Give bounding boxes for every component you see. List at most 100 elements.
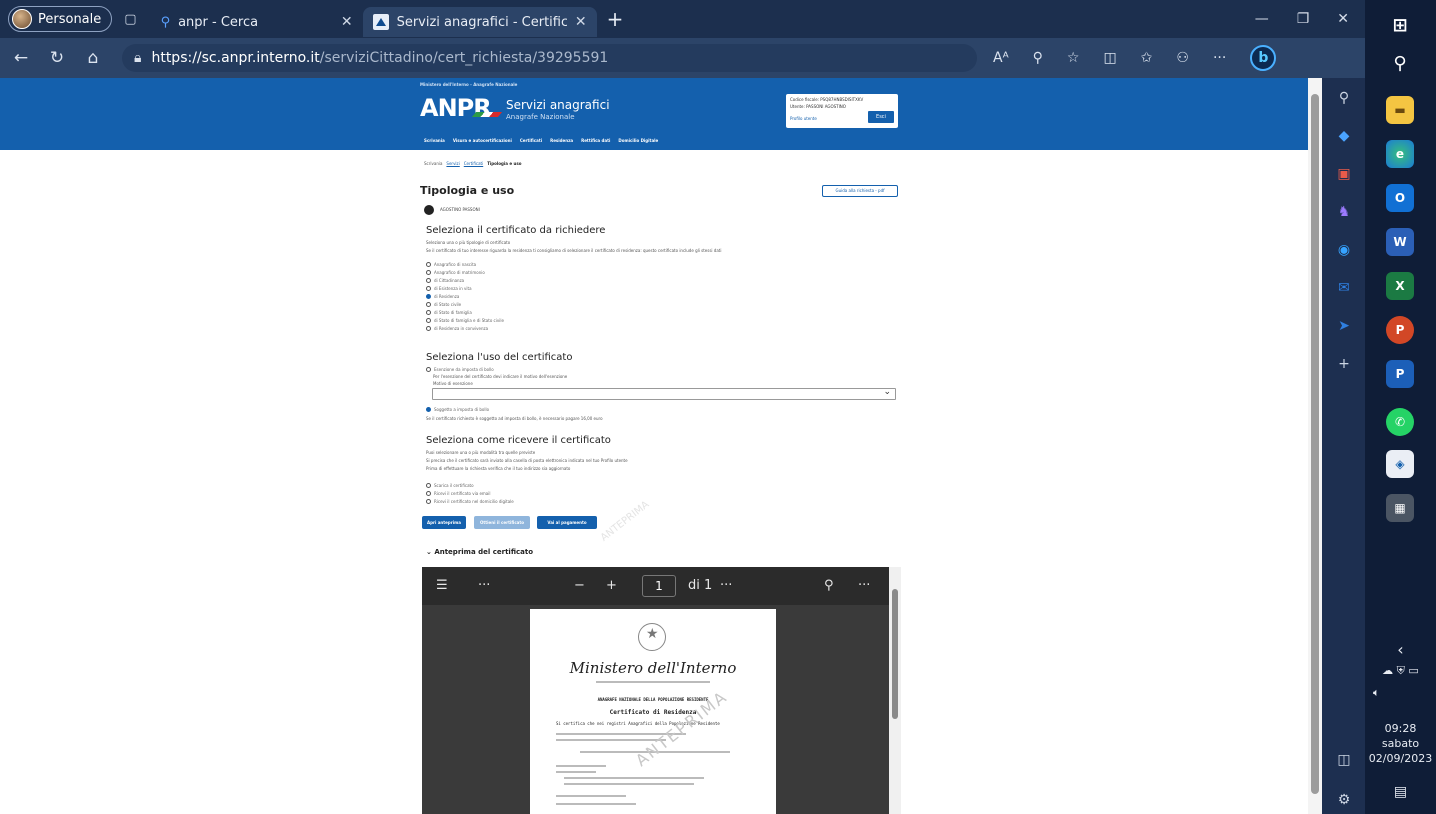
breadcrumb-item[interactable]: Servizi — [446, 161, 459, 166]
scroll-thumb[interactable] — [892, 589, 898, 719]
more-icon[interactable]: ··· — [1213, 50, 1226, 66]
close-icon[interactable]: ✕ — [341, 14, 353, 30]
get-certificate-button[interactable]: Ottieni il certificato — [474, 516, 530, 529]
nav-item[interactable]: Rettifica dati — [581, 138, 610, 143]
certificate-option[interactable]: di Residenza in convivenza — [426, 326, 488, 331]
search-icon[interactable]: ⚲ — [824, 578, 834, 593]
read-aloud-icon[interactable]: Aᴬ — [993, 50, 1009, 66]
excel-icon[interactable]: X — [1386, 272, 1414, 300]
page-number-input[interactable]: 1 — [642, 575, 676, 597]
volume-icon[interactable]: 🔈︎ — [1365, 686, 1436, 700]
search-icon[interactable]: ⚲ — [1334, 88, 1354, 108]
refresh-icon[interactable]: ↻ — [42, 48, 72, 68]
search-icon[interactable]: ⚲ — [1386, 50, 1414, 78]
zoom-icon[interactable]: ⚲ — [1033, 50, 1043, 66]
tab-actions-icon[interactable]: ▢ — [124, 12, 136, 27]
shopping-tag-icon[interactable]: ◆ — [1334, 126, 1354, 146]
delivery-option[interactable]: Scarica il certificato — [426, 483, 474, 488]
notifications-icon[interactable]: ▤ — [1365, 784, 1436, 800]
delivery-option[interactable]: Ricevi il certificato nel domicilio digi… — [426, 499, 514, 504]
restore-icon[interactable]: ❐ — [1297, 11, 1310, 27]
word-icon[interactable]: W — [1386, 228, 1414, 256]
gear-icon[interactable]: ⚙ — [1334, 790, 1354, 810]
address-bar[interactable]: 🔒︎ https://sc.anpr.interno.it/serviziCit… — [122, 44, 977, 72]
system-tray-icons[interactable]: ☁ ⛨ ▭ — [1365, 664, 1436, 678]
profile-button[interactable]: Personale — [8, 6, 113, 32]
pay-button[interactable]: Vai al pagamento — [537, 516, 597, 529]
zoom-in-icon[interactable]: + — [606, 578, 617, 593]
outline-icon[interactable]: ☰ — [436, 578, 448, 593]
certificate-option[interactable]: di Stato civile — [426, 302, 461, 307]
zoom-out-icon[interactable]: − — [574, 578, 585, 593]
send-icon[interactable]: ➤ — [1334, 316, 1354, 336]
profile-link[interactable]: Profilo utente — [790, 116, 817, 121]
more-icon[interactable]: ··· — [720, 578, 732, 593]
chevron-left-icon[interactable]: ‹ — [1365, 640, 1436, 659]
certificate-page: Ministero dell'Interno ANAGRAFE NAZIONAL… — [530, 609, 776, 814]
certificate-option[interactable]: di Esistenza in vita — [426, 286, 472, 291]
nav-item[interactable]: Certificati — [520, 138, 542, 143]
use-option-exempt[interactable]: Esenzione da imposta di bollo — [426, 367, 494, 372]
certificate-option[interactable]: Anagrafico di matrimonio — [426, 270, 485, 275]
republic-emblem-icon — [638, 623, 666, 651]
section-certificate-title: Seleziona il certificato da richiedere — [426, 225, 606, 236]
scroll-thumb[interactable] — [1311, 94, 1319, 794]
tab-certificati[interactable]: Servizi anagrafici - Certificati - ✕ — [362, 7, 597, 37]
windows-start-icon[interactable]: ⊞ — [1386, 12, 1414, 40]
copilot-icon[interactable]: ◉ — [1334, 240, 1354, 260]
games-icon[interactable]: ♞ — [1334, 202, 1354, 222]
new-tab-icon[interactable]: + — [607, 7, 624, 31]
guide-button[interactable]: Guida alla richiesta - pdf — [822, 185, 898, 197]
use-option-stamp[interactable]: Soggetto a imposta di bollo — [426, 407, 489, 412]
breadcrumb-item[interactable]: Scrivania — [424, 161, 442, 166]
tab-search[interactable]: ⚲ anpr - Cerca ✕ — [151, 7, 363, 37]
more-icon[interactable]: ··· — [858, 578, 870, 593]
preview-toggle[interactable]: ⌄ Anteprima del certificato — [426, 548, 533, 556]
more-icon[interactable]: ··· — [478, 578, 490, 593]
outlook-icon[interactable]: ✉ — [1334, 278, 1354, 298]
pdf-scrollbar[interactable] — [889, 567, 901, 814]
split-screen-icon[interactable]: ◫ — [1103, 50, 1116, 66]
sidebar-toggle-icon[interactable]: ◫ — [1334, 750, 1354, 770]
anpr-logo[interactable]: ANPR — [420, 94, 492, 122]
minimize-icon[interactable]: — — [1255, 11, 1269, 27]
nav-item[interactable]: Residenza — [550, 138, 573, 143]
clock-date[interactable]: 02/09/2023 — [1365, 752, 1436, 765]
breadcrumb-item[interactable]: Certificati — [464, 161, 483, 166]
nav-item[interactable]: Domicilio Digitale — [618, 138, 658, 143]
outlook-icon[interactable]: O — [1386, 184, 1414, 212]
tools-icon[interactable]: ▣ — [1334, 164, 1354, 184]
clock-day[interactable]: sabato — [1365, 737, 1436, 750]
certificate-option[interactable]: di Cittadinanza — [426, 278, 464, 283]
file-explorer-icon[interactable]: ▬ — [1386, 96, 1414, 124]
nav-item[interactable]: Visura e autocertificazioni — [453, 138, 512, 143]
app-icon[interactable]: ◈ — [1386, 450, 1414, 478]
bing-chat-icon[interactable]: b — [1250, 45, 1277, 71]
edge-icon[interactable]: e — [1386, 140, 1414, 168]
option-label: di Stato di famiglia — [434, 310, 472, 315]
exemption-select[interactable]: ⌄ — [432, 387, 896, 400]
nav-item[interactable]: Scrivania — [424, 138, 445, 143]
clock-time[interactable]: 09:28 — [1365, 722, 1436, 735]
certificate-option[interactable]: Anagrafico di nascita — [426, 262, 476, 267]
preview-button[interactable]: Apri anteprima — [422, 516, 466, 529]
certificate-option[interactable]: di Stato di famiglia e di Stato civile — [426, 318, 504, 323]
calculator-icon[interactable]: ▦ — [1386, 494, 1414, 522]
logout-button[interactable]: Esci — [868, 111, 894, 123]
delivery-option[interactable]: Ricevi il certificato via email — [426, 491, 490, 496]
extensions-icon[interactable]: ⚇ — [1176, 50, 1189, 66]
close-icon[interactable]: ✕ — [575, 14, 587, 30]
powerpoint-icon[interactable]: P — [1386, 316, 1414, 344]
home-icon[interactable]: ⌂ — [78, 48, 108, 68]
whatsapp-icon[interactable]: ✆ — [1386, 408, 1414, 436]
favorites-icon[interactable]: ✩ — [1141, 50, 1153, 66]
favorite-star-icon[interactable]: ☆ — [1067, 50, 1080, 66]
add-icon[interactable]: + — [1334, 354, 1354, 374]
certificate-option[interactable]: di Residenza — [426, 294, 459, 299]
back-icon[interactable]: ← — [6, 48, 36, 68]
delivery-help: Si precisa che il certificato sarà invia… — [426, 458, 628, 463]
publisher-icon[interactable]: P — [1386, 360, 1414, 388]
page-scrollbar[interactable] — [1308, 78, 1322, 814]
certificate-option[interactable]: di Stato di famiglia — [426, 310, 472, 315]
close-window-icon[interactable]: ✕ — [1337, 11, 1349, 27]
